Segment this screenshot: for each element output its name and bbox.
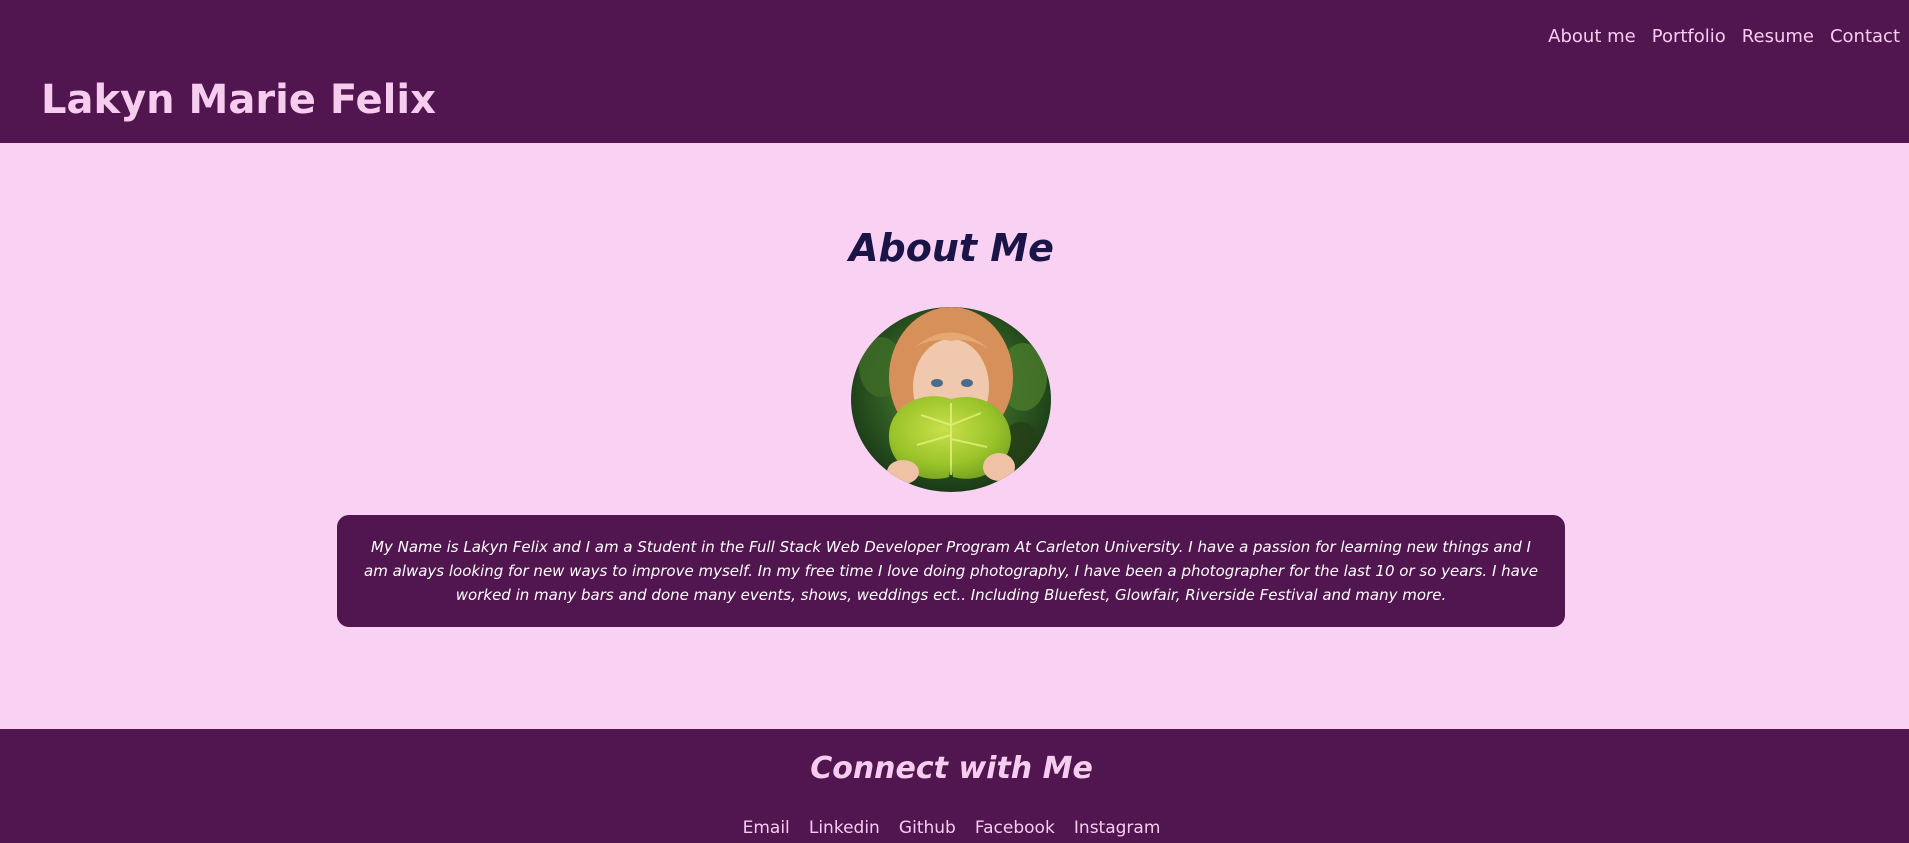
- main-nav: About me Portfolio Resume Contact: [1548, 24, 1909, 50]
- site-title: Lakyn Marie Felix: [41, 77, 436, 123]
- about-heading: About Me: [849, 226, 1054, 270]
- nav-link-contact[interactable]: Contact: [1830, 24, 1900, 50]
- nav-link-portfolio[interactable]: Portfolio: [1652, 24, 1726, 50]
- social-link-instagram[interactable]: Instagram: [1074, 816, 1161, 840]
- social-link-github[interactable]: Github: [899, 816, 956, 840]
- site-header: Lakyn Marie Felix About me Portfolio Res…: [0, 0, 1909, 143]
- social-links: Email Linkedin Github Facebook Instagram: [0, 816, 1903, 840]
- bio-text: My Name is Lakyn Felix and I am a Studen…: [364, 538, 1538, 604]
- social-link-facebook[interactable]: Facebook: [975, 816, 1055, 840]
- about-section: About Me My Name is Lakyn Felix and I am…: [0, 143, 1909, 729]
- social-link-linkedin[interactable]: Linkedin: [809, 816, 880, 840]
- profile-photo: [851, 307, 1051, 492]
- site-footer: Connect with Me Email Linkedin Github Fa…: [0, 729, 1909, 843]
- nav-link-resume[interactable]: Resume: [1742, 24, 1814, 50]
- nav-link-about-me[interactable]: About me: [1548, 24, 1636, 50]
- bio-card: My Name is Lakyn Felix and I am a Studen…: [337, 515, 1565, 627]
- connect-heading: Connect with Me: [810, 751, 1093, 786]
- social-link-email[interactable]: Email: [743, 816, 790, 840]
